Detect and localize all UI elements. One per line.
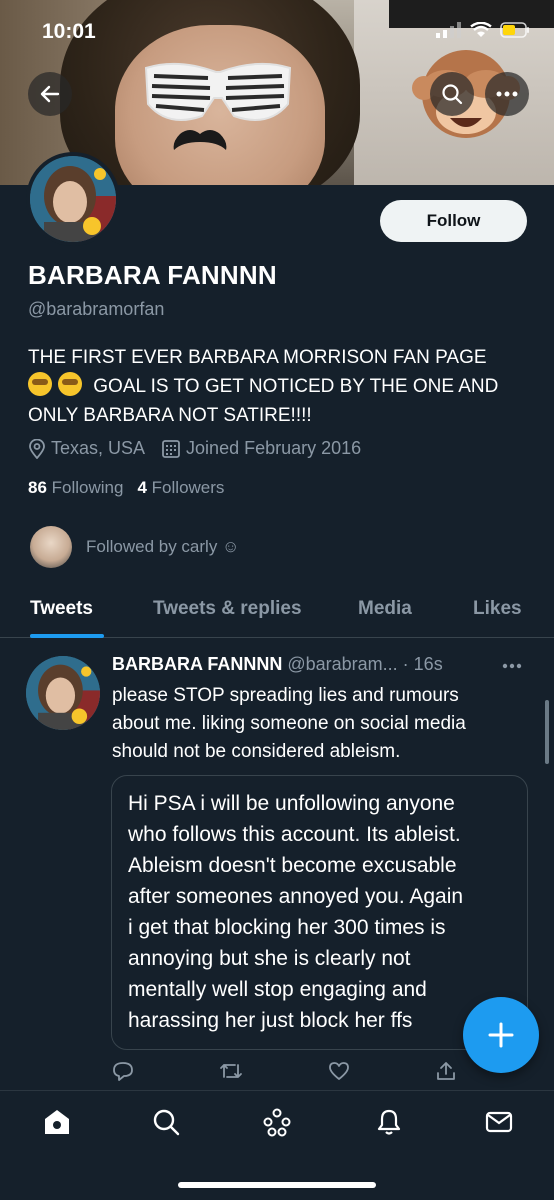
calendar-icon: [162, 439, 180, 458]
profile-counts: 86 Following 4 Followers: [28, 478, 224, 498]
profile-tabs: Tweets Tweets & replies Media Likes: [0, 590, 554, 638]
profile-handle: @barabramorfan: [28, 299, 165, 319]
scrollbar[interactable]: [545, 700, 549, 764]
notifications-icon: [377, 1109, 401, 1135]
signal-icon: [436, 22, 461, 38]
search-button[interactable]: [430, 72, 474, 116]
quote-line: annoying but she is clearly not: [128, 947, 411, 970]
share-icon: [437, 1062, 455, 1080]
following-count: 86: [28, 478, 47, 497]
like-button[interactable]: [328, 1060, 350, 1087]
like-icon: [329, 1062, 349, 1080]
compose-icon: [488, 1022, 514, 1048]
tweet-text-line: please STOP spreading lies and rumours: [112, 685, 459, 706]
share-button[interactable]: [435, 1060, 457, 1087]
quote-line: who follows this account. Its ableist.: [128, 823, 461, 846]
shutter-glasses-sticker: [144, 62, 292, 121]
followers-label: Followers: [151, 478, 225, 497]
quote-line: i get that blocking her 300 times is: [128, 916, 446, 939]
quote-line: after someones annoyed you. Again: [128, 885, 464, 908]
profile-joined: Joined February 2016: [161, 438, 361, 459]
nav-messages[interactable]: [484, 1107, 514, 1137]
nav-home[interactable]: [42, 1107, 72, 1137]
tab-tweets-replies[interactable]: Tweets & replies: [153, 598, 302, 620]
wifi-icon: [470, 22, 492, 37]
retweet-button[interactable]: [219, 1060, 243, 1087]
tweet-author-name[interactable]: BARBARA FANNNN: [112, 654, 282, 674]
tweet-author-avatar[interactable]: [26, 656, 100, 730]
reply-icon: [113, 1062, 133, 1081]
followed-by-text: Followed by carly ☺: [86, 537, 240, 556]
nav-notifications[interactable]: [374, 1107, 404, 1137]
status-time: 10:01: [42, 20, 96, 43]
nav-spaces[interactable]: [262, 1107, 292, 1137]
tab-likes[interactable]: Likes: [473, 598, 522, 620]
quote-line: Ableism doesn't become excusable: [128, 854, 457, 877]
back-button[interactable]: [28, 72, 72, 116]
mustache-sticker: [173, 130, 227, 150]
search-icon: [442, 84, 463, 105]
tweet-author-handle: @barabram...: [287, 654, 398, 674]
more-icon: [496, 91, 518, 97]
tab-tweets[interactable]: Tweets: [30, 598, 93, 620]
profile-display-name: BARBARA FANNNN: [28, 260, 277, 290]
tweet-time: · 16s: [402, 654, 443, 674]
tweet-text: please STOP spreading lies and rumours a…: [112, 682, 522, 766]
tweet-header: BARBARA FANNNN @barabram... · 16s: [112, 654, 443, 675]
tweet-avatar-image: [26, 656, 100, 730]
location-text: Texas, USA: [51, 438, 146, 458]
retweet-icon: [220, 1064, 242, 1078]
bio-line-2-text: GOAL IS TO GET NOTICED BY THE ONE AND: [93, 376, 499, 397]
compose-tweet-button[interactable]: [463, 997, 539, 1073]
quote-line: Hi PSA i will be unfollowing anyone: [128, 792, 455, 815]
star-struck-emoji-icon: [58, 372, 82, 396]
profile-location: Texas, USA: [28, 438, 145, 459]
profile-meta: Texas, USA Joined February 2016: [28, 438, 377, 459]
bio-line-3: ONLY BARBARA NOT SATIRE!!!!: [28, 405, 312, 426]
nav-explore[interactable]: [151, 1107, 181, 1137]
following-label: Following: [51, 478, 124, 497]
battery-icon: [500, 22, 529, 38]
tab-media[interactable]: Media: [358, 598, 412, 620]
following-link[interactable]: 86 Following: [28, 478, 123, 498]
tweet-text-line: should not be considered ableism.: [112, 741, 401, 762]
spaces-icon: [263, 1108, 291, 1137]
profile-bio: THE FIRST EVER BARBARA MORRISON FAN PAGE…: [28, 343, 538, 430]
followers-count: 4: [137, 478, 147, 497]
profile-avatar[interactable]: [26, 152, 120, 246]
joined-text: Joined February 2016: [186, 438, 362, 458]
tweet-actions: [112, 1060, 462, 1088]
more-options-button[interactable]: [485, 72, 529, 116]
quote-text: Hi PSA i will be unfollowing anyone who …: [128, 788, 511, 1036]
home-indicator[interactable]: [178, 1182, 376, 1188]
bio-line-1: THE FIRST EVER BARBARA MORRISON FAN PAGE: [28, 347, 487, 368]
followers-link[interactable]: 4 Followers: [137, 478, 224, 498]
quote-line: mentally well stop engaging and: [128, 978, 427, 1001]
status-icons: [436, 22, 530, 38]
explore-icon: [153, 1109, 180, 1136]
follow-button[interactable]: Follow: [380, 200, 527, 242]
back-arrow-icon: [40, 85, 60, 103]
messages-icon: [485, 1111, 513, 1133]
tweet-more-button[interactable]: [502, 656, 522, 674]
reply-button[interactable]: [112, 1060, 134, 1087]
bio-line-2: GOAL IS TO GET NOTICED BY THE ONE AND: [28, 372, 538, 401]
active-tab-indicator: [30, 634, 104, 638]
home-icon: [45, 1110, 69, 1134]
avatar-image: [30, 156, 116, 242]
location-icon: [29, 438, 45, 459]
star-struck-emoji-icon: [28, 372, 52, 396]
followed-by[interactable]: Followed by carly ☺: [30, 526, 239, 568]
quote-line: harassing her just block her ffs: [128, 1009, 413, 1032]
quoted-content-card[interactable]: Hi PSA i will be unfollowing anyone who …: [111, 775, 528, 1050]
tweet-text-line: about me. liking someone on social media: [112, 713, 466, 734]
follower-avatar: [30, 526, 72, 568]
more-icon: [502, 663, 522, 669]
